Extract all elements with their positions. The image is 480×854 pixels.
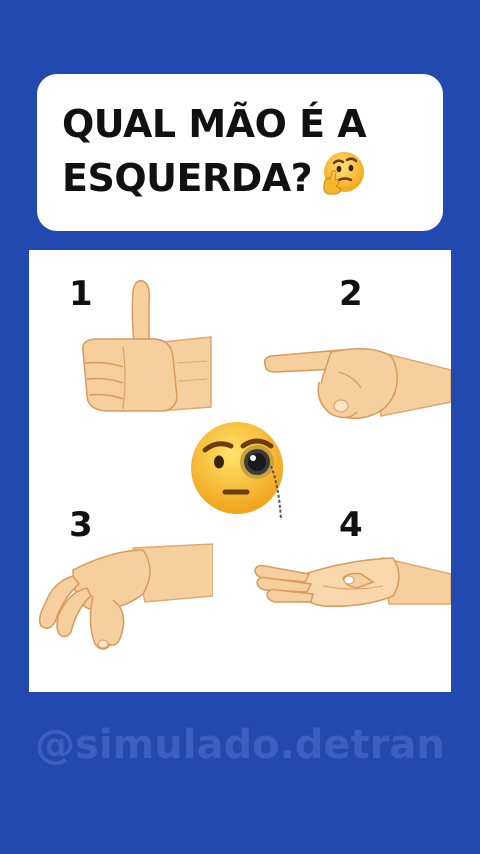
option-4-number: 4: [339, 505, 363, 545]
option-2-number: 2: [339, 274, 363, 314]
monocle-face-icon: [187, 416, 297, 530]
thumbs-up-hand-icon[interactable]: [77, 277, 213, 421]
question-line-2: ESQUERDA?: [62, 156, 313, 200]
thinking-face-icon: [318, 150, 366, 211]
open-palm-hand-icon[interactable]: [253, 552, 451, 626]
question-line-1: QUAL MÃO É A: [62, 102, 367, 146]
pinching-hand-icon[interactable]: [33, 540, 214, 664]
option-3-number: 3: [69, 505, 93, 545]
question-card: QUAL MÃO É A ESQUERDA?: [37, 74, 443, 231]
question-line-2-wrap: ESQUERDA?: [62, 150, 443, 211]
hands-image-panel: 1 2 3 4: [29, 250, 451, 692]
watermark: @simulado.detran: [35, 722, 445, 768]
